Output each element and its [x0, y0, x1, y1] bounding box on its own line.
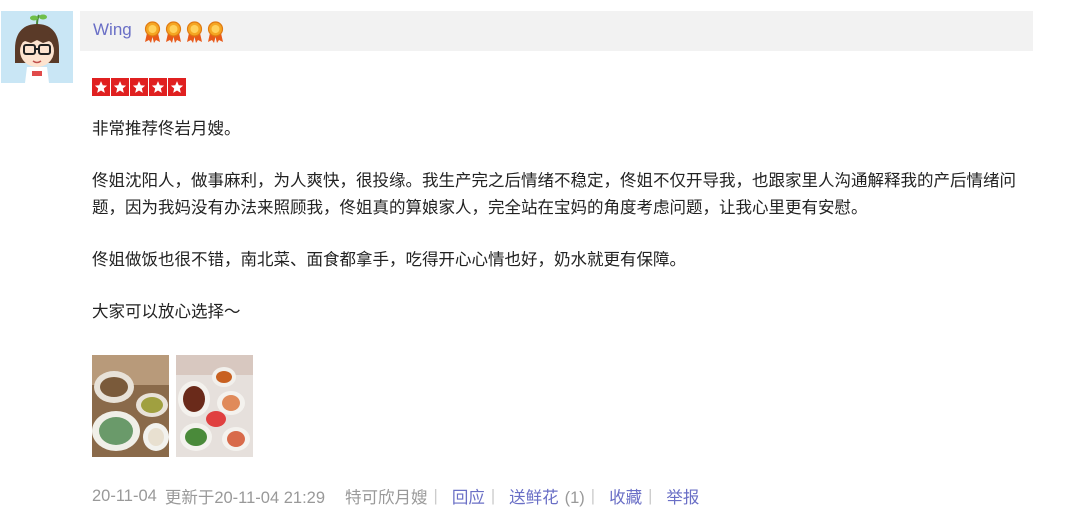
review-paragraph: 大家可以放心选择～ — [92, 303, 241, 321]
star-icon — [168, 78, 186, 96]
medal-list — [143, 21, 225, 43]
review-footer: 20-11-04 更新于20-11-04 21:29 特可欣月嫂 | 回应 | … — [92, 484, 699, 508]
review-paragraph: 佟姐沈阳人，做事麻利，为人爽快，很投缘。我生产完之后情绪不稳定，佟姐不仅开导我，… — [92, 172, 1016, 217]
send-flowers-label: 送鲜花 — [509, 489, 559, 507]
medal-icon — [165, 21, 182, 43]
star-icon — [130, 78, 148, 96]
medal-icon — [186, 21, 203, 43]
separator: | — [433, 486, 438, 505]
review-body: 非常推荐佟岩月嫂。 佟姐沈阳人，做事麻利，为人爽快，很投缘。我生产完之后情绪不稳… — [92, 116, 1037, 351]
star-icon — [149, 78, 167, 96]
post-date: 20-11-04 — [92, 486, 157, 505]
review-paragraph: 佟姐做饭也很不错，南北菜、面食都拿手，吃得开心心情也好，奶水就更有保障。 — [92, 251, 686, 269]
photo-thumbnail[interactable] — [176, 355, 253, 457]
username-link[interactable]: Wing — [93, 20, 132, 40]
user-avatar[interactable] — [1, 11, 73, 83]
review-photos — [92, 355, 253, 457]
review-header: Wing — [80, 11, 1033, 51]
flower-count: (1) — [564, 489, 585, 507]
star-rating — [92, 78, 186, 96]
medal-icon — [207, 21, 224, 43]
review-paragraph: 非常推荐佟岩月嫂。 — [92, 120, 241, 138]
updated-time: 更新于20-11-04 21:29 — [164, 489, 326, 507]
reply-link[interactable]: 回应 — [452, 484, 485, 508]
separator: | — [648, 486, 653, 505]
separator: | — [490, 486, 496, 505]
medal-icon — [144, 21, 161, 43]
star-icon — [111, 78, 129, 96]
photo-thumbnail[interactable] — [92, 355, 169, 457]
review-target: 特可欣月嫂 — [345, 489, 428, 507]
separator: | — [590, 486, 596, 505]
favorite-link[interactable]: 收藏 — [609, 484, 642, 508]
star-icon — [92, 78, 110, 96]
report-link[interactable]: 举报 — [666, 484, 699, 508]
send-flowers-link[interactable]: 送鲜花 (1) — [509, 484, 585, 508]
